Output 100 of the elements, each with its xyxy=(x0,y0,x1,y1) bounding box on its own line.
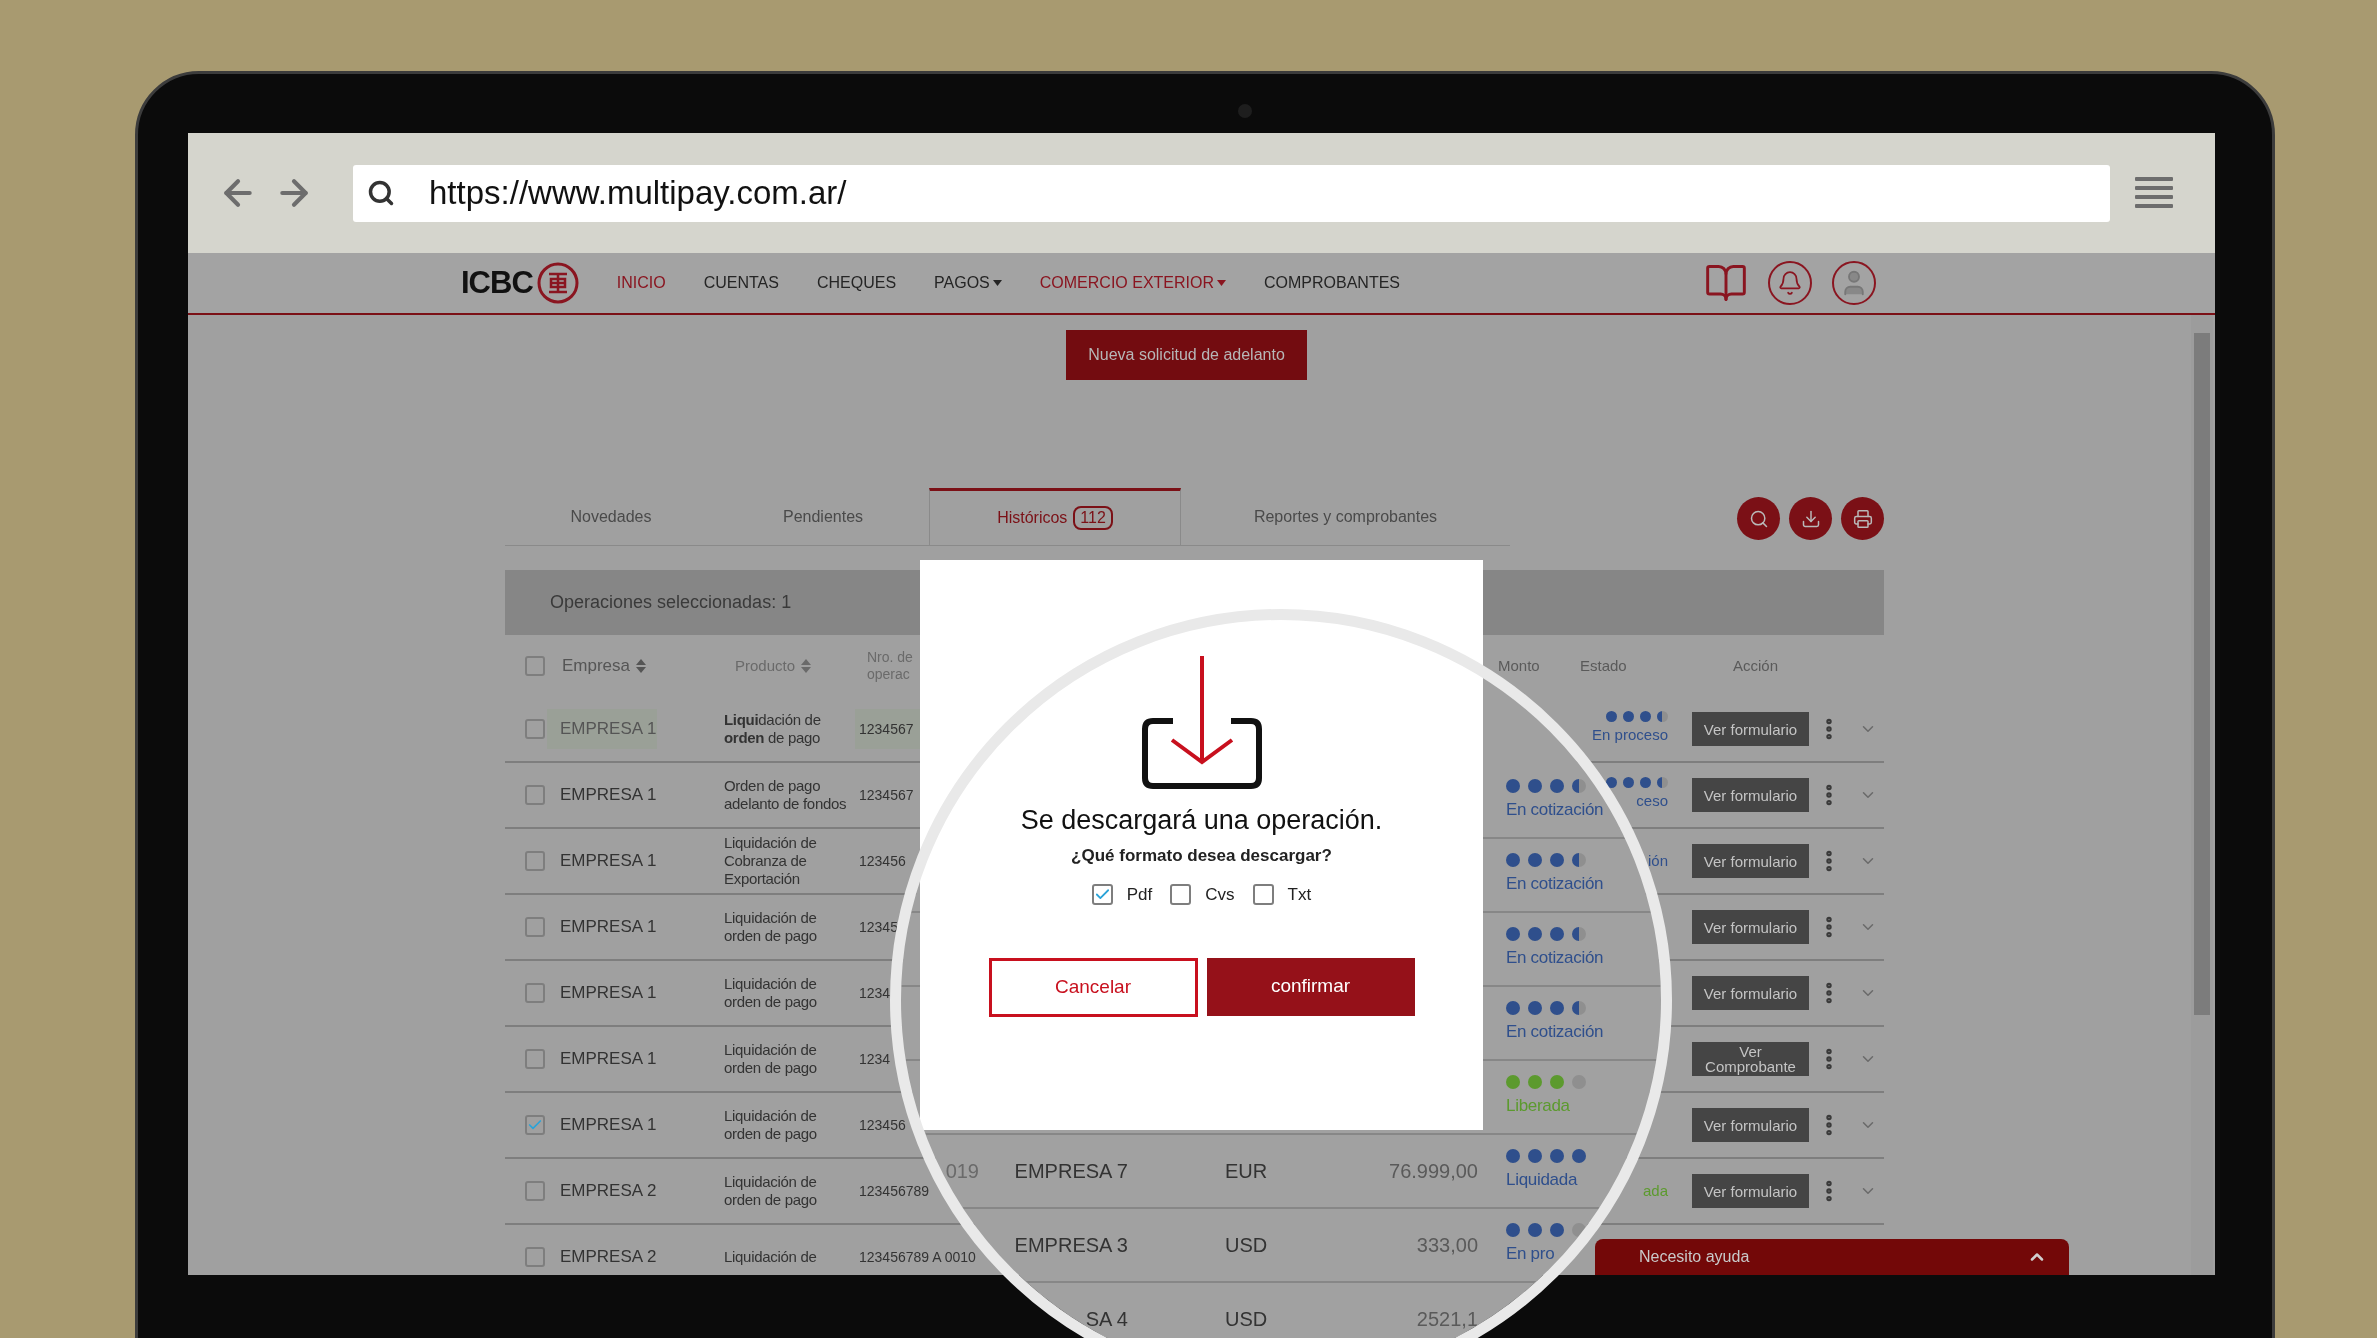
confirm-button[interactable]: confirmar xyxy=(1206,957,1415,1016)
nav-link[interactable]: CHEQUES xyxy=(816,271,897,295)
search-button[interactable] xyxy=(1737,497,1780,540)
checkbox[interactable] xyxy=(525,719,545,739)
company-cell-text: EMPRESA 1 xyxy=(559,784,657,807)
format-label: Cvs xyxy=(1205,884,1235,906)
operation-number: 123456789 A 0010 xyxy=(858,1247,977,1267)
dialog-title: Se descargará una operación. xyxy=(1020,804,1383,837)
tab-label: Novedades xyxy=(570,506,652,527)
column-header: Acción xyxy=(1733,655,1779,676)
checkbox[interactable] xyxy=(525,1115,545,1135)
status-label: ión xyxy=(1647,850,1668,871)
view-form-button[interactable]: Ver formulario xyxy=(1692,712,1809,746)
tab[interactable]: Pendientes xyxy=(717,488,929,546)
company-cell-text: EMPRESA 1 xyxy=(559,916,657,939)
view-form-button[interactable]: Ver formulario xyxy=(1692,778,1809,812)
new-request-button[interactable]: Nueva solicitud de adelanto xyxy=(1066,330,1307,380)
search-icon xyxy=(1748,508,1769,529)
sort-icon[interactable] xyxy=(801,659,812,673)
company-cell-text: EMPRESA 1 xyxy=(559,1048,657,1071)
help-bar[interactable]: Necesito ayuda xyxy=(1595,1239,2069,1275)
product-cell-text: Liquidación de xyxy=(724,1248,818,1266)
status-label: En cotización xyxy=(1506,799,1604,822)
company-cell-text: EMPRESA 1 xyxy=(559,850,657,873)
scrollbar[interactable] xyxy=(2191,315,2213,1275)
checkbox[interactable] xyxy=(1252,884,1274,906)
status-label: ceso xyxy=(1636,791,1668,812)
company-cell-text: EMPRESA 2 xyxy=(559,1180,657,1203)
product-cell-text: Liquidación de orden de pago xyxy=(724,1107,818,1143)
checkbox[interactable] xyxy=(525,1181,545,1201)
nav-link[interactable]: CUENTAS xyxy=(703,271,779,295)
view-form-button[interactable]: Ver formulario xyxy=(1692,1108,1809,1142)
tab-label: Históricos xyxy=(997,508,1068,528)
bell-icon xyxy=(1777,270,1804,296)
profile-button[interactable] xyxy=(1832,261,1877,305)
view-form-button[interactable]: Ver formulario xyxy=(1692,1174,1809,1208)
tab-label: Pendientes xyxy=(782,506,864,527)
checkbox[interactable] xyxy=(1091,884,1113,906)
url-text: https://www.multipay.com.ar/ xyxy=(429,173,847,214)
download-icon xyxy=(1800,508,1821,529)
checkbox[interactable] xyxy=(525,917,545,937)
checkbox[interactable] xyxy=(525,785,545,805)
tab[interactable]: Reportes y comprobantes xyxy=(1181,488,1510,546)
tab[interactable]: Novedades xyxy=(505,488,717,546)
selection-count: Operaciones seleccionadas: 1 xyxy=(550,591,792,614)
cancel-button[interactable]: Cancelar xyxy=(988,957,1198,1017)
tab-label: Reportes y comprobantes xyxy=(1253,506,1438,527)
product-cell-text: Liquidación de orden de pago xyxy=(724,1041,818,1077)
nav-link[interactable]: COMERCIO EXTERIOR xyxy=(1039,271,1226,295)
format-label: Pdf xyxy=(1126,884,1153,906)
checkbox[interactable] xyxy=(525,851,545,871)
scrollbar-thumb[interactable] xyxy=(2194,333,2210,1015)
amount-cell-text: 2521,1 xyxy=(1415,1307,1478,1332)
view-form-button[interactable]: Ver Comprobante xyxy=(1692,1042,1809,1076)
download-button[interactable] xyxy=(1789,497,1832,540)
sort-icon[interactable] xyxy=(636,659,647,673)
amount-cell-text: 76.999,00 xyxy=(1388,1159,1478,1184)
dialog-question: ¿Qué formato desea descargar? xyxy=(1071,844,1332,867)
currency-cell-text: USD xyxy=(1225,1233,1269,1258)
amount-cell-text: 333,00 xyxy=(1415,1233,1478,1258)
product-cell-text: Liquidación de orden de pago xyxy=(724,711,822,747)
help-label: Necesito ayuda xyxy=(1639,1247,1750,1267)
address-bar[interactable]: https://www.multipay.com.ar/ xyxy=(353,164,2110,222)
operation-number: 123456789 xyxy=(858,1181,931,1201)
operation-number: 1234 xyxy=(858,983,892,1003)
notifications-button[interactable] xyxy=(1768,261,1813,305)
column-header: Estado xyxy=(1580,655,1627,676)
status-label: ada xyxy=(1642,1180,1668,1201)
logo-text: ICBC xyxy=(461,263,533,302)
status-label: En cotización xyxy=(1506,1021,1604,1044)
count-badge: 112 xyxy=(1073,506,1113,530)
checkbox[interactable] xyxy=(1170,884,1192,906)
print-button[interactable] xyxy=(1841,497,1884,540)
tab[interactable]: Históricos 112 xyxy=(929,488,1181,546)
company-cell-text: EMPRESA 1 xyxy=(559,1114,657,1137)
checkbox[interactable] xyxy=(525,983,545,1003)
product-cell-text: Liquidación de orden de pago xyxy=(724,1173,818,1209)
checkbox[interactable] xyxy=(525,1049,545,1069)
company-cell-text: EMPRESA 7 xyxy=(1013,1159,1128,1184)
format-label: Txt xyxy=(1287,884,1312,906)
product-cell-text: Liquidación de Cobranza de Exportación xyxy=(724,834,818,888)
view-form-button[interactable]: Ver formulario xyxy=(1692,910,1809,944)
currency-cell-text: USD xyxy=(1225,1307,1269,1332)
company-cell-text: SA 4 xyxy=(1084,1307,1128,1332)
download-icon xyxy=(1140,656,1263,792)
menu-icon[interactable] xyxy=(2135,176,2173,210)
nav-link[interactable]: INICIO xyxy=(616,271,666,295)
status-label: Liquidada xyxy=(1506,1169,1579,1192)
status-label: Liberada xyxy=(1506,1095,1571,1118)
company-cell-text: EMPRESA 1 xyxy=(559,982,657,1005)
operation-number: 12345 xyxy=(858,917,899,937)
checkbox[interactable] xyxy=(525,656,545,676)
nav-link[interactable]: COMPROBANTES xyxy=(1264,271,1401,295)
checkbox[interactable] xyxy=(525,1247,545,1267)
view-form-button[interactable]: Ver formulario xyxy=(1692,976,1809,1010)
status-label: En cotización xyxy=(1506,873,1604,896)
operation-number: 1234567 xyxy=(858,785,915,805)
column-header: Empresa xyxy=(562,655,631,678)
nav-link[interactable]: PAGOS xyxy=(934,271,1002,295)
view-form-button[interactable]: Ver formulario xyxy=(1692,844,1809,878)
